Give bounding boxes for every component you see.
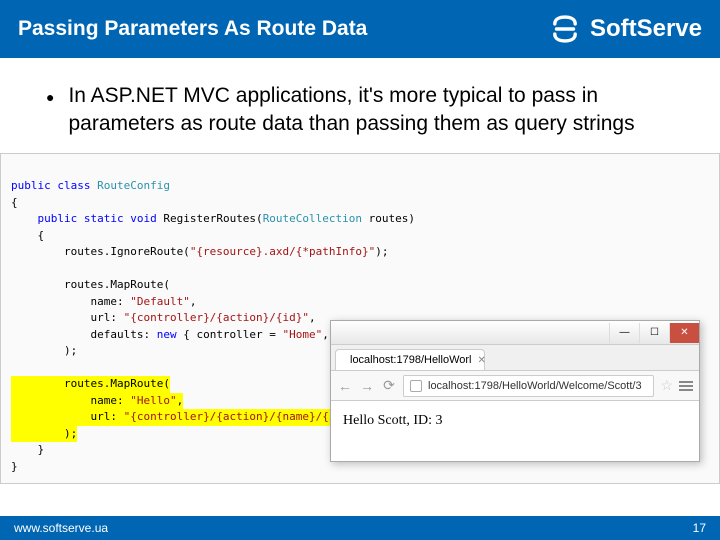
softserve-icon	[548, 12, 582, 46]
back-button[interactable]: ←	[337, 378, 353, 394]
browser-window: — ☐ ✕ localhost:1798/HelloWorl ✕ ← → ⟳ l…	[330, 320, 700, 462]
slide-title: Passing Parameters As Route Data	[18, 17, 367, 41]
bullet-marker: ●	[46, 88, 54, 139]
page-icon	[410, 380, 422, 392]
minimize-button[interactable]: —	[609, 323, 639, 343]
brand-name: SoftServe	[590, 15, 702, 43]
window-titlebar: — ☐ ✕	[331, 321, 699, 345]
close-button[interactable]: ✕	[669, 323, 699, 343]
tab-bar: localhost:1798/HelloWorl ✕	[331, 345, 699, 371]
tab-title: localhost:1798/HelloWorl	[350, 354, 471, 366]
address-bar: ← → ⟳ localhost:1798/HelloWorld/Welcome/…	[331, 371, 699, 401]
forward-button[interactable]: →	[359, 378, 375, 394]
bookmark-icon[interactable]: ☆	[660, 377, 673, 394]
menu-icon[interactable]	[679, 381, 693, 391]
brand-logo: SoftServe	[548, 12, 702, 46]
tab-close-icon[interactable]: ✕	[477, 355, 485, 366]
browser-tab[interactable]: localhost:1798/HelloWorl ✕	[335, 349, 485, 370]
page-number: 17	[693, 521, 706, 535]
slide-header: Passing Parameters As Route Data SoftSer…	[0, 0, 720, 58]
footer-url: www.softserve.ua	[14, 521, 108, 535]
bullet-point: ● In ASP.NET MVC applications, it's more…	[46, 82, 692, 139]
url-text: localhost:1798/HelloWorld/Welcome/Scott/…	[428, 380, 642, 392]
url-input[interactable]: localhost:1798/HelloWorld/Welcome/Scott/…	[403, 375, 654, 397]
bullet-text: In ASP.NET MVC applications, it's more t…	[68, 82, 692, 139]
maximize-button[interactable]: ☐	[639, 323, 669, 343]
reload-button[interactable]: ⟳	[381, 377, 397, 394]
page-body: Hello Scott, ID: 3	[331, 401, 699, 461]
slide-content: ● In ASP.NET MVC applications, it's more…	[0, 58, 720, 139]
slide-footer: www.softserve.ua 17	[0, 516, 720, 540]
